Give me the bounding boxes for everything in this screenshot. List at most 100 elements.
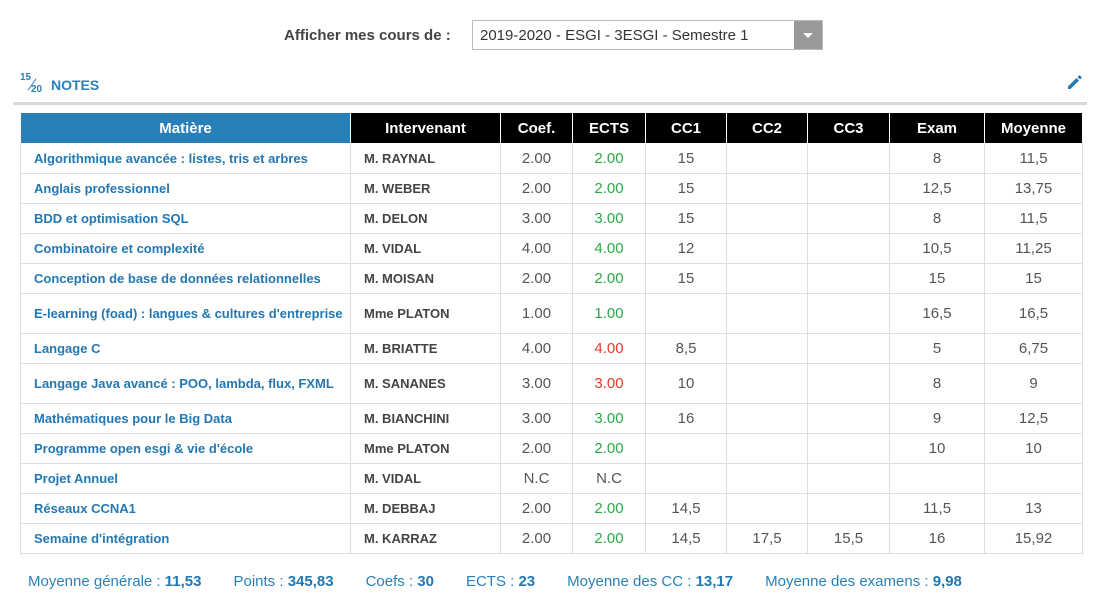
cc1-cell	[645, 463, 727, 494]
cc2-cell	[726, 433, 808, 464]
coef-cell: 2.00	[500, 523, 573, 554]
exam-cell: 8	[889, 143, 985, 174]
column-coef-header: Coef.	[500, 112, 573, 144]
coef-cell: 2.00	[500, 433, 573, 464]
summary-value: 345,83	[287, 573, 334, 590]
ects-cell: 2.00	[572, 263, 646, 294]
cc3-cell	[807, 403, 890, 434]
ects-cell: N.C	[572, 463, 646, 494]
cc1-cell: 16	[645, 403, 727, 434]
coef-cell: 1.00	[500, 293, 573, 334]
subject-cell[interactable]: E-learning (foad) : langues & cultures d…	[20, 293, 351, 334]
cc2-cell	[726, 233, 808, 264]
cc3-cell	[807, 233, 890, 264]
cc1-cell	[645, 293, 727, 334]
summary-item: Points : 345,83	[233, 573, 333, 590]
average-cell: 15	[984, 263, 1083, 294]
summary-item: Moyenne générale : 11,53	[28, 573, 201, 590]
cc2-cell	[726, 463, 808, 494]
subject-cell[interactable]: BDD et optimisation SQL	[20, 203, 351, 234]
subject-cell[interactable]: Mathématiques pour le Big Data	[20, 403, 351, 434]
column-cc1-header: CC1	[645, 112, 727, 144]
summary-label: Coefs :	[365, 573, 418, 590]
coef-cell: 2.00	[500, 143, 573, 174]
average-cell: 16,5	[984, 293, 1083, 334]
table-row: Programme open esgi & vie d'école Mme PLA…	[20, 433, 1083, 464]
ects-cell: 4.00	[572, 333, 646, 364]
exam-cell: 9	[889, 403, 985, 434]
cc1-cell: 12	[645, 233, 727, 264]
coef-cell: 2.00	[500, 493, 573, 524]
grades-table: Matière Intervenant Coef. ECTS CC1 CC2 CC3 Exam…	[20, 112, 1083, 554]
summary-label: ECTS :	[465, 573, 519, 590]
teacher-cell: M. DEBBAJ	[350, 493, 501, 524]
teacher-cell: M. DELON	[350, 203, 501, 234]
cc2-cell: 17,5	[726, 523, 808, 554]
ects-cell: 3.00	[572, 363, 646, 404]
ects-cell: 2.00	[572, 433, 646, 464]
cc2-cell	[726, 363, 808, 404]
cc3-cell	[807, 173, 890, 204]
table-row: Semaine d'intégration M. KARRAZ 2.00 2.00 14…	[20, 523, 1083, 554]
notes-title: NOTES	[51, 77, 100, 93]
table-row: Conception de base de données relationne…	[20, 263, 1083, 294]
subject-cell[interactable]: Programme open esgi & vie d'école	[20, 433, 351, 464]
subject-cell[interactable]: Conception de base de données relationne…	[20, 263, 351, 294]
coef-cell: 2.00	[500, 173, 573, 204]
average-cell: 11,5	[984, 143, 1083, 174]
exam-cell: 16	[889, 523, 985, 554]
exam-cell: 8	[889, 363, 985, 404]
cc3-cell	[807, 363, 890, 404]
course-filter: Afficher mes cours de : 2019-2020 - ESGI…	[0, 20, 1115, 52]
exam-cell: 8	[889, 203, 985, 234]
subject-cell[interactable]: Langage C	[20, 333, 351, 364]
teacher-cell: M. SANANES	[350, 363, 501, 404]
course-filter-label: Afficher mes cours de :	[284, 27, 451, 44]
chevron-down-icon[interactable]	[794, 21, 822, 49]
ects-cell: 2.00	[572, 173, 646, 204]
coef-cell: 3.00	[500, 203, 573, 234]
pencil-icon[interactable]	[1065, 72, 1085, 92]
table-row: E-learning (foad) : langues & cultures d…	[20, 293, 1083, 334]
summary-item: ECTS : 23	[466, 573, 535, 590]
summary-bar: Moyenne générale : 11,53 Points : 345,83 C…	[28, 573, 994, 590]
table-row: Mathématiques pour le Big Data M. BIANCHI…	[20, 403, 1083, 434]
table-row: Réseaux CCNA1 M. DEBBAJ 2.00 2.00 14,5 11,5 13	[20, 493, 1083, 524]
subject-cell[interactable]: Combinatoire et complexité	[20, 233, 351, 264]
table-row: Algorithmique avancée : listes, tris et …	[20, 143, 1083, 174]
subject-cell[interactable]: Anglais professionnel	[20, 173, 351, 204]
table-row: Projet Annuel M. VIDAL N.C N.C	[20, 463, 1083, 494]
average-cell: 6,75	[984, 333, 1083, 364]
coef-cell: 4.00	[500, 233, 573, 264]
grade-fraction-icon: 15 20	[20, 72, 43, 95]
cc2-cell	[726, 143, 808, 174]
average-cell: 11,25	[984, 233, 1083, 264]
ects-cell: 3.00	[572, 203, 646, 234]
notes-header: 15 20 NOTES	[13, 72, 1087, 105]
subject-cell[interactable]: Langage Java avancé : POO, lambda, flux,…	[20, 363, 351, 404]
teacher-cell: M. WEBER	[350, 173, 501, 204]
exam-cell: 10	[889, 433, 985, 464]
semester-select[interactable]: 2019-2020 - ESGI - 3ESGI - Semestre 1	[472, 20, 823, 50]
coef-cell: 3.00	[500, 403, 573, 434]
average-cell: 15,92	[984, 523, 1083, 554]
table-row: Langage C M. BRIATTE 4.00 4.00 8,5 5 6,75	[20, 333, 1083, 364]
cc1-cell	[645, 433, 727, 464]
semester-select-value: 2019-2020 - ESGI - 3ESGI - Semestre 1	[480, 27, 749, 44]
cc3-cell	[807, 493, 890, 524]
cc3-cell	[807, 293, 890, 334]
summary-value: 11,53	[164, 573, 202, 590]
table-row: Anglais professionnel M. WEBER 2.00 2.00 15 1…	[20, 173, 1083, 204]
teacher-cell: M. KARRAZ	[350, 523, 501, 554]
summary-value: 30	[417, 573, 434, 590]
cc3-cell	[807, 143, 890, 174]
teacher-cell: M. RAYNAL	[350, 143, 501, 174]
subject-cell[interactable]: Algorithmique avancée : listes, tris et …	[20, 143, 351, 174]
ects-cell: 1.00	[572, 293, 646, 334]
subject-cell[interactable]: Semaine d'intégration	[20, 523, 351, 554]
summary-item: Coefs : 30	[366, 573, 434, 590]
subject-cell[interactable]: Réseaux CCNA1	[20, 493, 351, 524]
ects-cell: 4.00	[572, 233, 646, 264]
subject-cell[interactable]: Projet Annuel	[20, 463, 351, 494]
ects-cell: 2.00	[572, 143, 646, 174]
